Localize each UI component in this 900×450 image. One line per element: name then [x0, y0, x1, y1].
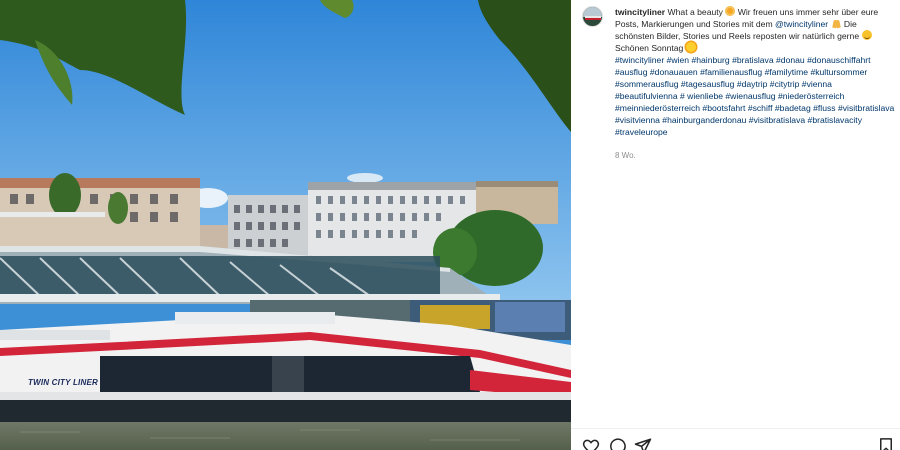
hashtag-link[interactable]: #meinniederösterreich: [615, 103, 700, 113]
caption-text-fragment: What a beauty: [667, 7, 726, 17]
hashtag-link[interactable]: #fluss: [813, 103, 835, 113]
hashtag-link[interactable]: #wienausflug: [725, 91, 775, 101]
bookmark-icon[interactable]: [877, 437, 895, 450]
hashtag-link[interactable]: #visitvienna: [615, 115, 660, 125]
hashtag-link[interactable]: #tagesausflug: [681, 79, 735, 89]
hashtag-link[interactable]: #hainburg: [691, 55, 729, 65]
hashtag-link[interactable]: #ausflug: [615, 67, 648, 77]
avatar[interactable]: [582, 6, 603, 27]
comment-icon[interactable]: [608, 437, 626, 450]
hashtag-link[interactable]: #donauauen: [650, 67, 698, 77]
mention-link[interactable]: @twincityliner: [775, 19, 828, 29]
username-link[interactable]: twincityliner: [615, 7, 665, 17]
hashtag-link[interactable]: #badetag: [775, 103, 811, 113]
hashtag-link[interactable]: #donau: [776, 55, 805, 65]
hashtag-link[interactable]: #familytime: [765, 67, 808, 77]
boat-name-label: TWIN CITY LINER: [28, 378, 98, 387]
send-icon[interactable]: [634, 437, 652, 450]
hashtag-link[interactable]: #hainburganderdonau: [662, 115, 746, 125]
caption-sunday-text: Schönen Sonntag: [615, 43, 684, 53]
smiling-face-emoji-icon: [861, 30, 872, 40]
hashtag-link[interactable]: #traveleurope: [615, 127, 668, 137]
hashtag-link[interactable]: #familienausflug: [700, 67, 762, 77]
action-bar: [571, 428, 900, 450]
hashtag-link[interactable]: #schiff: [748, 103, 773, 113]
caption-line: twincityliner What a beauty Wir freuen u…: [615, 6, 895, 42]
hashtag-link[interactable]: #wien: [667, 55, 689, 65]
hashtag-link[interactable]: #donauschiffahrt: [807, 55, 870, 65]
caption-text: twincityliner What a beauty Wir freuen u…: [615, 6, 895, 162]
post-photo[interactable]: TWIN CITY LINER: [0, 0, 571, 450]
folded-hands-emoji-icon: [831, 19, 842, 29]
hashtag-link[interactable]: #bootsfahrt: [702, 103, 745, 113]
hashtag-link[interactable]: #beautifulvienna: [615, 91, 678, 101]
hashtag-link[interactable]: #twincityliner: [615, 55, 664, 65]
hashtag-list: #twincityliner #wien #hainburg #bratisla…: [615, 54, 895, 138]
hashtag-link[interactable]: #citytrip: [770, 79, 800, 89]
sun-emoji-icon: [685, 42, 696, 52]
post-comment-panel: twincityliner What a beauty Wir freuen u…: [571, 0, 900, 450]
hashtag-link[interactable]: #vienna: [802, 79, 832, 89]
hashtag-link[interactable]: #kultursommer: [810, 67, 867, 77]
post-timestamp[interactable]: 8 Wo.: [615, 150, 895, 162]
hashtag-link[interactable]: #daytrip: [737, 79, 768, 89]
caption-sunday: Schönen Sonntag: [615, 42, 895, 54]
star-struck-emoji-icon: [725, 6, 736, 16]
hashtag-link[interactable]: #bratislava: [732, 55, 774, 65]
hashtag-link[interactable]: #bratislavacity: [808, 115, 862, 125]
hashtag-link[interactable]: #visitbratislava: [838, 103, 894, 113]
heart-icon[interactable]: [582, 437, 600, 450]
hashtag-link[interactable]: #niederösterreich: [778, 91, 844, 101]
hashtag-link[interactable]: # wienliebe: [680, 91, 723, 101]
hashtag-link[interactable]: #sommerausflug: [615, 79, 679, 89]
hashtag-link[interactable]: #visitbratislava: [749, 115, 805, 125]
